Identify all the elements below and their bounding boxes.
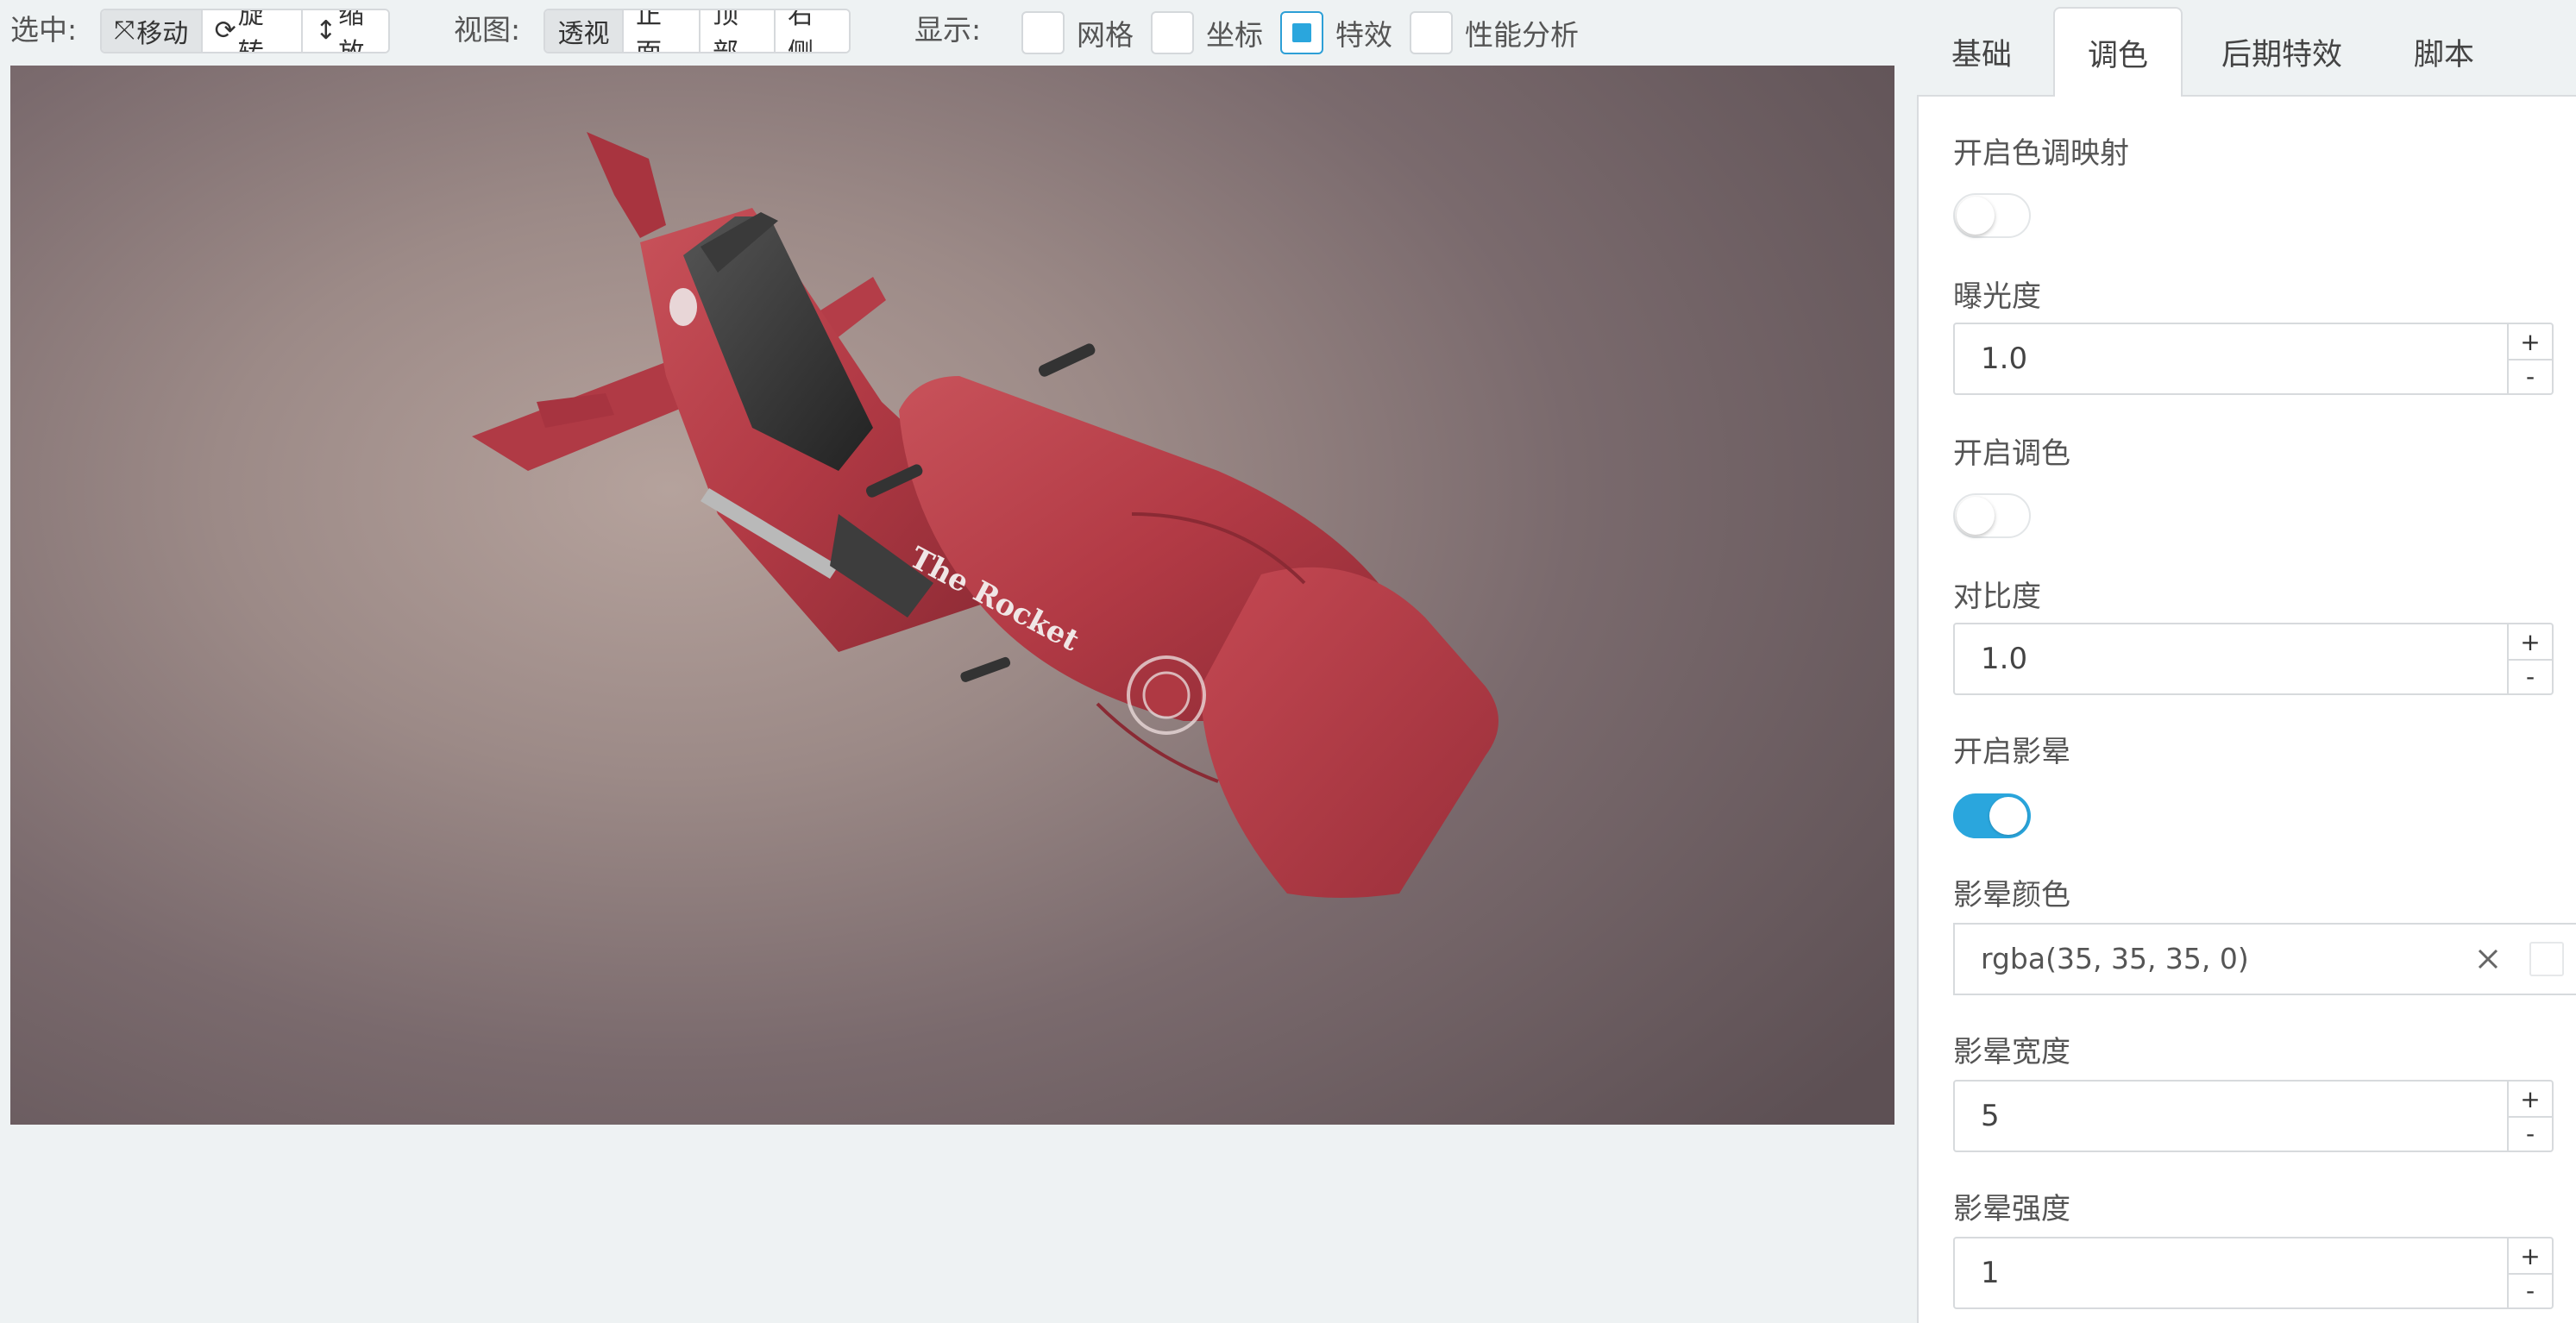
clear-icon[interactable] [2471,942,2505,976]
properties-panel: 基础 调色 后期特效 脚本 开启色调映射 曝光度 1.0 + - 开启调色 对比… [1917,0,2576,1323]
exposure-increment-button[interactable]: + [2509,324,2552,359]
rotate-button-label: 旋转 [237,9,264,53]
view-label: 视图: [454,13,521,47]
profiler-checkbox[interactable]: 性能分析 [1410,10,1579,55]
vignette-toggle[interactable] [1953,793,2031,838]
contrast-label: 对比度 [1953,580,2041,614]
axes-checkbox-box[interactable] [1151,11,1194,54]
contrast-increment-button[interactable]: + [2509,624,2552,659]
vignette-intensity-increment-button[interactable]: + [2509,1238,2552,1273]
toggle-knob [1957,497,1995,535]
toggle-knob [1957,197,1995,235]
tab-script[interactable]: 脚本 [2379,7,2509,97]
vignette-intensity-stepper: + - [2507,1238,2552,1307]
effects-checkbox-box[interactable] [1280,11,1323,54]
effects-checkbox[interactable]: 特效 [1280,10,1392,55]
vignette-width-increment-button[interactable]: + [2509,1082,2552,1116]
view-mode-group: 透视 正面 顶部 右侧 [543,9,851,53]
rocket-engine: The Rocket [899,376,1498,898]
grid-checkbox[interactable]: 网格 [1021,10,1134,55]
view-top-button[interactable]: 顶部 [698,10,774,52]
select-label: 选中: [10,13,78,47]
axes-checkbox[interactable]: 坐标 [1151,10,1263,55]
exposure-label: 曝光度 [1953,279,2041,314]
vignette-intensity-input[interactable]: 1 + - [1953,1237,2554,1309]
vignette-width-label: 影晕宽度 [1953,1035,2070,1069]
contrast-decrement-button[interactable]: - [2509,659,2552,692]
vignette-width-decrement-button[interactable]: - [2509,1116,2552,1149]
scale-button-label: 缩放 [338,9,365,53]
axes-checkbox-label: 坐标 [1206,18,1263,52]
vignette-width-value[interactable]: 5 [1981,1082,2464,1151]
tone-mapping-toggle[interactable] [1953,193,2031,238]
profiler-checkbox-label: 性能分析 [1465,18,1579,52]
move-button-label: 移动 [136,19,189,49]
scale-button[interactable]: ↕ 缩放 [301,10,388,52]
exposure-stepper: + - [2507,324,2552,393]
grid-checkbox-label: 网格 [1077,18,1134,52]
rocket-model: The Rocket [472,132,1498,898]
vignette-intensity-label: 影晕强度 [1953,1192,2070,1226]
panel-tabs: 基础 调色 后期特效 脚本 [1917,0,2576,98]
exposure-value[interactable]: 1.0 [1981,324,2464,393]
vignette-color-value[interactable]: rgba(35, 35, 35, 0) [1981,925,2249,994]
move-icon: ⤧ [114,16,135,46]
exposure-decrement-button[interactable]: - [2509,359,2552,392]
tab-color-grading[interactable]: 调色 [2053,7,2183,98]
contrast-input[interactable]: 1.0 + - [1953,623,2554,695]
vignette-color-label: 影晕颜色 [1953,878,2070,912]
tab-post-effects[interactable]: 后期特效 [2191,7,2372,97]
exposure-input[interactable]: 1.0 + - [1953,323,2554,395]
vignette-width-input[interactable]: 5 + - [1953,1080,2554,1152]
vignette-label: 开启影晕 [1953,735,2070,769]
tab-basic[interactable]: 基础 [1917,7,2046,97]
toggle-knob [1989,797,2027,835]
effects-checkbox-label: 特效 [1335,18,1392,52]
contrast-value[interactable]: 1.0 [1981,624,2464,693]
vignette-width-stepper: + - [2507,1082,2552,1151]
toolbar: 选中: ⤧ 移动 ⟳ 旋转 ↕ 缩放 视图: 透视 正面 顶部 右侧 显示: 网… [0,0,1907,66]
scale-icon: ↕ [315,16,337,46]
color-grading-label: 开启调色 [1953,436,2070,471]
vignette-intensity-value[interactable]: 1 [1981,1238,2464,1307]
rotate-button[interactable]: ⟳ 旋转 [200,9,302,53]
grid-checkbox-box[interactable] [1021,11,1065,54]
view-right-button[interactable]: 右侧 [773,10,849,52]
tone-mapping-label: 开启色调映射 [1953,136,2129,171]
select-mode-group: ⤧ 移动 ⟳ 旋转 ↕ 缩放 [100,9,390,53]
vignette-color-input[interactable]: rgba(35, 35, 35, 0) [1953,923,2576,995]
color-grading-toggle[interactable] [1953,493,2031,538]
3d-viewport[interactable]: The Rocket [10,66,1894,1125]
rotate-icon: ⟳ [214,16,236,46]
move-button[interactable]: ⤧ 移动 [102,10,201,52]
contrast-stepper: + - [2507,624,2552,693]
view-perspective-button[interactable]: 透视 [545,10,622,52]
view-front-button[interactable]: 正面 [621,10,699,52]
color-swatch[interactable] [2529,942,2564,976]
vignette-intensity-decrement-button[interactable]: - [2509,1273,2552,1306]
profiler-checkbox-box[interactable] [1410,11,1453,54]
color-grading-form: 开启色调映射 曝光度 1.0 + - 开启调色 对比度 1.0 + - 开启影晕… [1917,97,2576,1323]
display-label: 显示: [914,13,982,47]
